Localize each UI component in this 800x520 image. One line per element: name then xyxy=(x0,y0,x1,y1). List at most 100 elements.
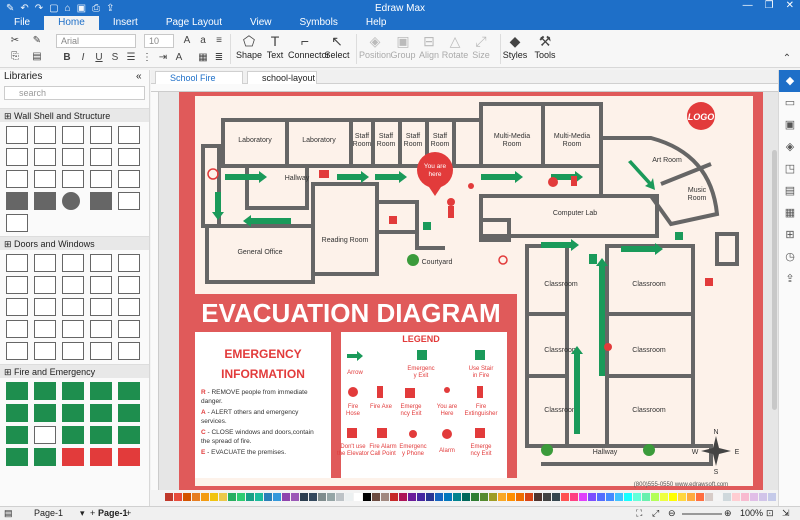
wall-shape[interactable] xyxy=(90,192,112,210)
color-swatch[interactable] xyxy=(750,493,758,501)
color-swatch[interactable] xyxy=(165,493,173,501)
wall-shape[interactable] xyxy=(34,170,56,188)
fire-symbol[interactable] xyxy=(62,404,84,422)
color-swatch[interactable] xyxy=(201,493,209,501)
door-shape[interactable] xyxy=(34,276,56,294)
color-swatch[interactable] xyxy=(192,493,200,501)
door-shape[interactable] xyxy=(62,276,84,294)
color-swatch[interactable] xyxy=(291,493,299,501)
wall-shape[interactable] xyxy=(6,148,28,166)
door-shape[interactable] xyxy=(90,276,112,294)
color-swatch[interactable] xyxy=(354,493,362,501)
fit-icon[interactable]: ⛶ xyxy=(636,508,642,519)
wall-shape[interactable] xyxy=(62,192,80,210)
wall-shape[interactable] xyxy=(34,126,56,144)
italic-icon[interactable]: I xyxy=(76,51,90,65)
door-shape[interactable] xyxy=(34,298,56,316)
minimize-icon[interactable]: — xyxy=(743,0,753,11)
open-icon[interactable]: ⌂ xyxy=(65,3,71,14)
color-swatch[interactable] xyxy=(615,493,623,501)
wall-shape[interactable] xyxy=(6,170,28,188)
color-swatch[interactable] xyxy=(426,493,434,501)
door-shape[interactable] xyxy=(90,298,112,316)
tools-button[interactable]: ⚒ Tools xyxy=(528,32,562,60)
menu-file[interactable]: File xyxy=(0,16,44,30)
door-shape[interactable] xyxy=(118,342,140,360)
drawing-canvas[interactable]: Laboratory Laboratory Staff Room Staff R… xyxy=(151,84,778,490)
shadow-icon[interactable]: ◳ xyxy=(779,158,800,180)
color-swatch[interactable] xyxy=(597,493,605,501)
numbered-list-icon[interactable]: ⋮ xyxy=(140,51,154,65)
color-swatch[interactable] xyxy=(408,493,416,501)
font-size-select[interactable]: 10 xyxy=(144,34,174,48)
evacuation-diagram[interactable]: Laboratory Laboratory Staff Room Staff R… xyxy=(151,84,778,490)
fire-symbol[interactable] xyxy=(118,404,140,422)
color-swatch[interactable] xyxy=(570,493,578,501)
wall-shape[interactable] xyxy=(62,148,84,166)
color-swatch[interactable] xyxy=(444,493,452,501)
fire-symbol[interactable] xyxy=(90,426,112,444)
bold-icon[interactable]: B xyxy=(60,51,74,65)
fire-symbol[interactable] xyxy=(6,448,28,466)
menu-page-layout[interactable]: Page Layout xyxy=(152,16,236,30)
print-icon[interactable]: ⎙ xyxy=(92,3,100,14)
export-icon[interactable]: ⇪ xyxy=(779,268,800,290)
color-swatch[interactable] xyxy=(336,493,344,501)
door-shape[interactable] xyxy=(62,320,84,338)
text-button[interactable]: T Text xyxy=(258,32,292,60)
wall-shape[interactable] xyxy=(6,126,28,144)
door-shape[interactable] xyxy=(6,342,28,360)
fire-symbol[interactable] xyxy=(34,382,56,400)
strikethrough-icon[interactable]: S xyxy=(108,51,122,65)
zoom-slider[interactable] xyxy=(682,513,722,515)
wall-shape[interactable] xyxy=(90,170,112,188)
color-swatch[interactable] xyxy=(345,493,353,501)
color-swatch[interactable] xyxy=(624,493,632,501)
color-swatch[interactable] xyxy=(300,493,308,501)
color-swatch[interactable] xyxy=(552,493,560,501)
fill-icon[interactable]: ◆ xyxy=(779,70,800,92)
fire-symbol[interactable] xyxy=(6,382,28,400)
close-icon[interactable]: ✕ xyxy=(786,0,794,11)
color-swatch[interactable] xyxy=(759,493,767,501)
copy-icon[interactable]: ⎘ xyxy=(8,50,22,64)
fire-symbol[interactable] xyxy=(62,448,84,466)
export-icon[interactable]: ⇪ xyxy=(106,3,114,14)
door-shape[interactable] xyxy=(34,342,56,360)
color-swatch[interactable] xyxy=(363,493,371,501)
collapse-panel-icon[interactable]: « xyxy=(136,70,142,84)
door-shape[interactable] xyxy=(62,342,84,360)
color-swatch[interactable] xyxy=(390,493,398,501)
image-icon[interactable]: ▣ xyxy=(779,114,800,136)
color-swatch[interactable] xyxy=(471,493,479,501)
font-family-select[interactable]: Arial xyxy=(56,34,136,48)
fire-symbol[interactable] xyxy=(90,382,112,400)
door-shape[interactable] xyxy=(34,254,56,272)
color-swatch[interactable] xyxy=(642,493,650,501)
tab-school-layout[interactable]: school-layout xyxy=(247,71,317,84)
color-swatch[interactable] xyxy=(480,493,488,501)
grid-icon[interactable]: ⊞ xyxy=(779,224,800,246)
fullscreen-icon[interactable]: ⤢ xyxy=(652,508,659,519)
add-page-icon[interactable]: + xyxy=(90,508,95,518)
color-swatch[interactable] xyxy=(723,493,731,501)
color-swatch[interactable] xyxy=(561,493,569,501)
fire-symbol[interactable] xyxy=(62,426,84,444)
save-icon[interactable]: ▣ xyxy=(77,3,86,14)
page-tab[interactable]: Page-1 xyxy=(98,508,128,518)
format-painter-icon[interactable]: ✎ xyxy=(30,34,44,48)
library-search-input[interactable]: search xyxy=(4,86,145,100)
color-swatch[interactable] xyxy=(246,493,254,501)
library-section-doors[interactable]: ⊞ Doors and Windows xyxy=(0,236,149,250)
color-swatch[interactable] xyxy=(579,493,587,501)
wall-shape[interactable] xyxy=(118,148,140,166)
connector-button[interactable]: ⌐ Connector xyxy=(288,32,330,60)
styles-button[interactable]: ◆ Styles xyxy=(498,32,532,60)
color-swatch[interactable] xyxy=(309,493,317,501)
fire-symbol[interactable] xyxy=(34,404,56,422)
door-shape[interactable] xyxy=(6,254,28,272)
color-swatch[interactable] xyxy=(525,493,533,501)
door-shape[interactable] xyxy=(90,254,112,272)
new-icon[interactable]: ▢ xyxy=(49,3,58,14)
wall-shape[interactable] xyxy=(34,192,56,210)
